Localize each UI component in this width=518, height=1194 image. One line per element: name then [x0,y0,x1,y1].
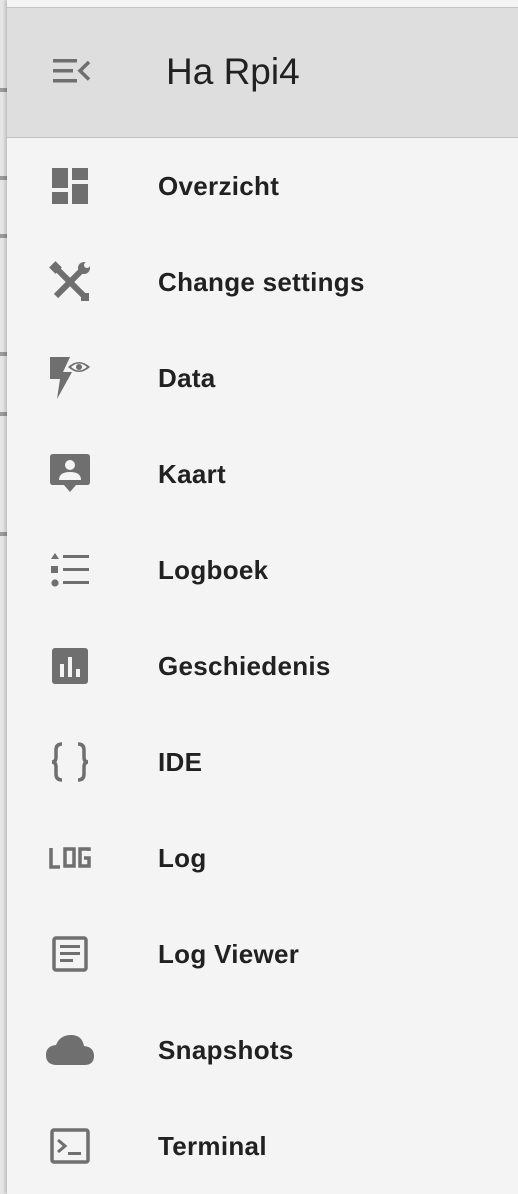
sidebar-item-kaart[interactable]: Kaart [7,426,518,522]
app-root: Ha Rpi4 Overzicht Change settings Data K… [0,0,518,1194]
background-divider [0,412,7,416]
map-marker-account-icon [45,454,95,494]
drawer-header: Ha Rpi4 [7,8,518,138]
log-text-icon [45,838,95,878]
background-divider [0,352,7,356]
sidebar-item-logboek[interactable]: Logboek [7,522,518,618]
sidebar-item-label: Logboek [158,555,269,585]
sidebar-item-change-settings[interactable]: Change settings [7,234,518,330]
sidebar-item-log-viewer[interactable]: Log Viewer [7,906,518,1002]
sidebar-item-terminal[interactable]: Terminal [7,1098,518,1194]
sidebar-item-overzicht[interactable]: Overzicht [7,138,518,234]
console-icon [45,1126,95,1166]
sidebar-item-ide[interactable]: IDE [7,714,518,810]
sidebar-item-geschiedenis[interactable]: Geschiedenis [7,618,518,714]
menu-collapse-button[interactable] [43,42,101,100]
sidebar-item-label: Snapshots [158,1035,294,1065]
background-divider [0,532,7,536]
background-divider [0,234,7,238]
background-divider [0,88,7,92]
navigation-drawer: Ha Rpi4 Overzicht Change settings Data K… [7,0,518,1194]
background-content-edge [0,0,7,1194]
drawer-top-edge [7,0,518,8]
sidebar-nav: Overzicht Change settings Data Kaart Log… [7,138,518,1194]
sidebar-item-label: Log Viewer [158,939,300,969]
drawer-title: Ha Rpi4 [166,51,300,92]
sidebar-item-label: Change settings [158,267,365,297]
code-braces-icon [45,742,95,782]
chart-box-icon [45,646,95,686]
sidebar-item-label: Overzicht [158,171,280,201]
menu-collapse-icon [53,59,91,83]
tools-icon [45,261,95,302]
sidebar-item-snapshots[interactable]: Snapshots [7,1002,518,1098]
sidebar-item-label: Geschiedenis [158,651,331,681]
sidebar-item-label: Log [158,843,207,873]
sidebar-item-label: Terminal [158,1131,267,1161]
sidebar-item-data[interactable]: Data [7,330,518,426]
sidebar-item-label: IDE [158,747,203,777]
text-box-icon [45,934,95,974]
format-list-bulleted-type-icon [45,550,95,590]
flash-eye-icon [45,357,95,399]
background-divider [0,176,7,180]
sidebar-item-log[interactable]: Log [7,810,518,906]
sidebar-item-label: Kaart [158,459,226,489]
cloud-icon [45,1030,95,1070]
dashboard-icon [45,166,95,206]
sidebar-item-label: Data [158,363,216,393]
